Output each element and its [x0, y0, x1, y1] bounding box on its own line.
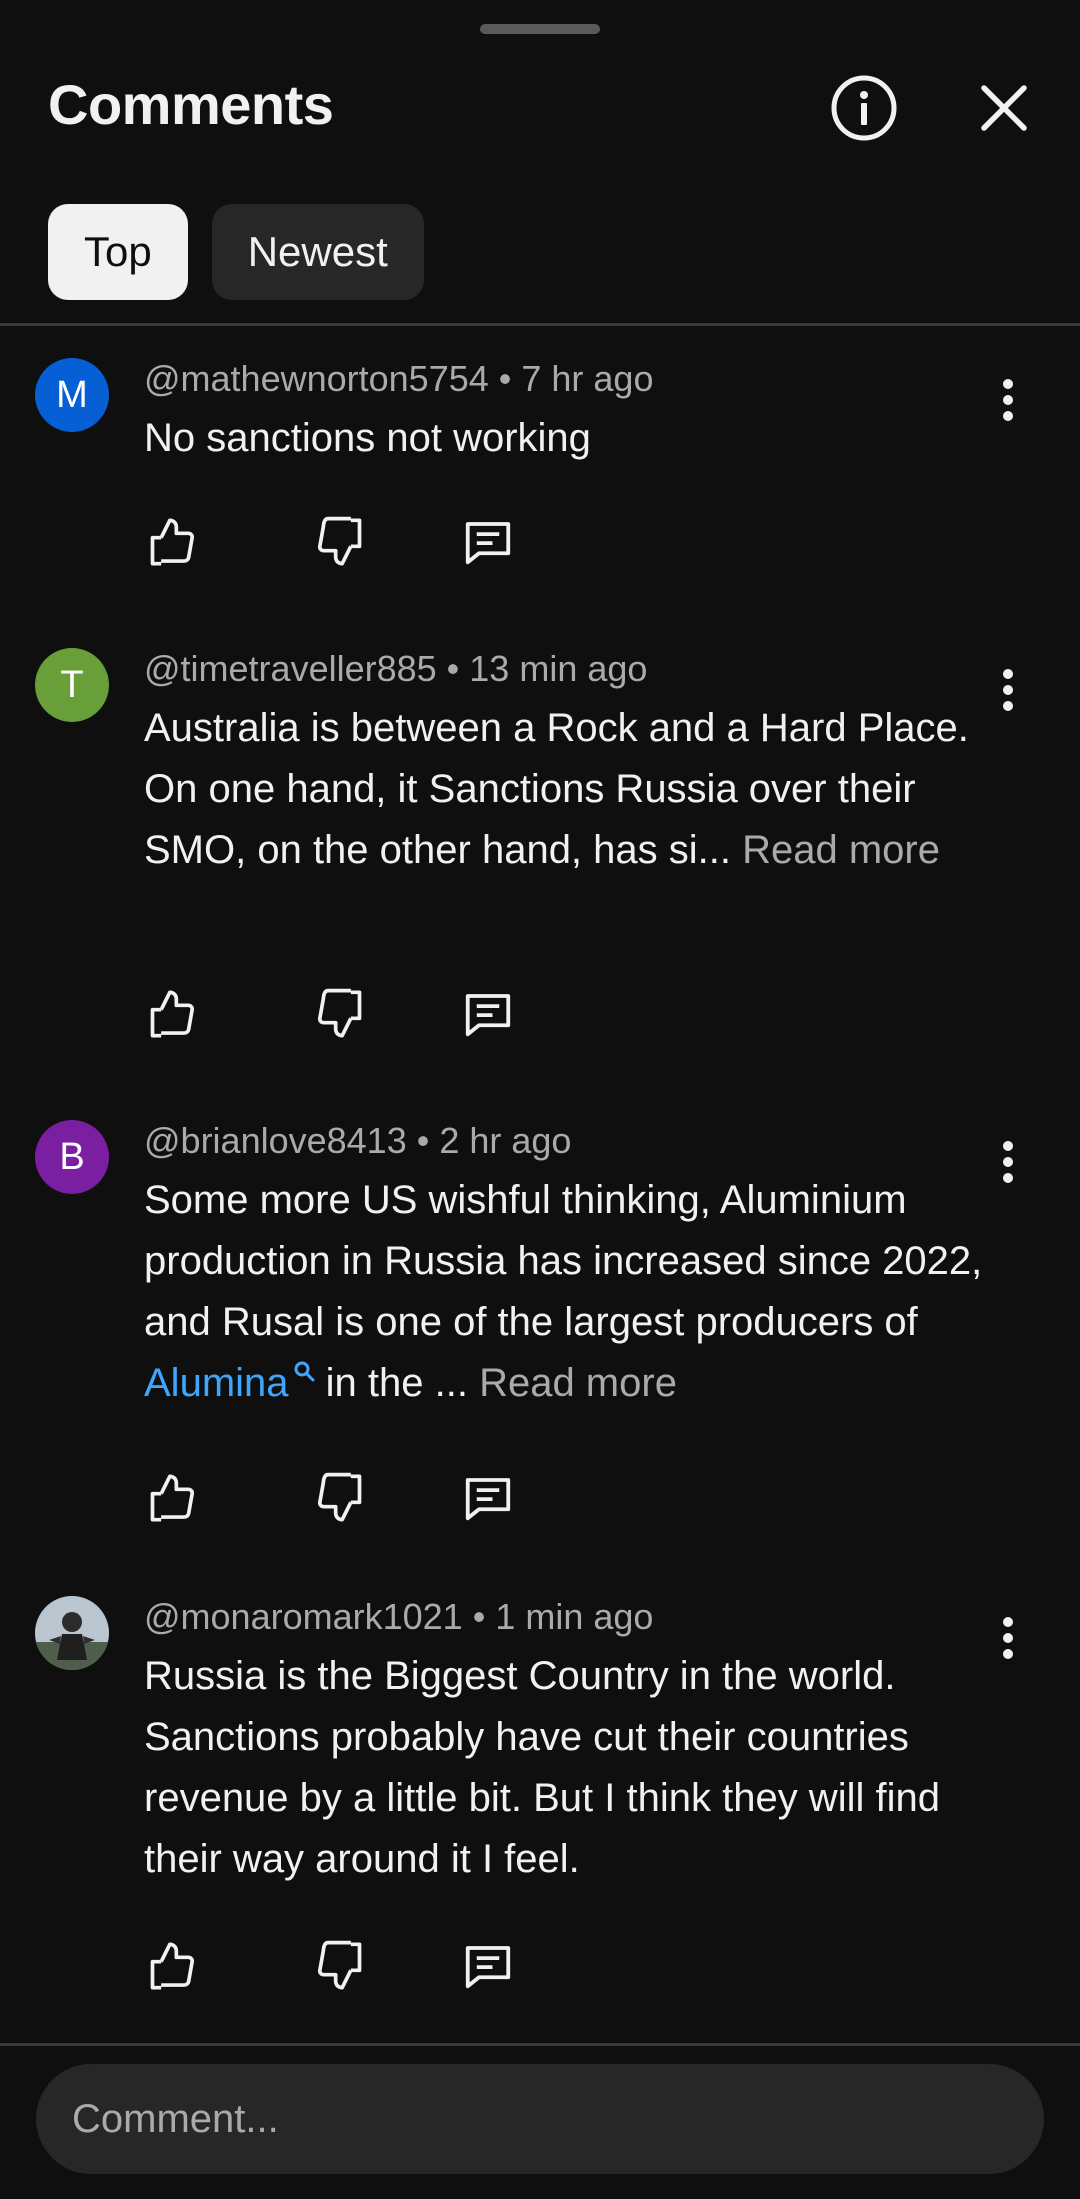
info-button[interactable] — [828, 72, 900, 144]
avatar-letter: M — [56, 373, 88, 416]
header-divider — [0, 323, 1080, 326]
search-link[interactable]: Alumina — [144, 1361, 315, 1405]
reply-comment-icon — [465, 1478, 511, 1521]
comment-text-content: Russia is the Biggest Country in the wor… — [144, 1654, 940, 1881]
input-divider — [0, 2043, 1080, 2046]
like-button[interactable] — [140, 982, 204, 1046]
comment-text: Russia is the Biggest Country in the wor… — [144, 1646, 1014, 1890]
thumb-up-icon — [150, 518, 195, 566]
reply-comment-icon — [465, 522, 511, 565]
avatar-letter: T — [60, 663, 84, 706]
avatar[interactable]: T — [35, 648, 109, 722]
info-icon — [831, 75, 897, 141]
comment-meta: @brianlove8413 • 2 hr ago — [144, 1120, 571, 1162]
reply-comment-icon — [465, 994, 511, 1037]
close-button[interactable] — [972, 76, 1036, 140]
comment-time: 7 hr ago — [521, 358, 654, 399]
thumb-up-icon — [150, 1474, 195, 1522]
comment-text-line: On one hand, it Sanctions Russia over th… — [144, 759, 1014, 881]
comment-time: 1 min ago — [495, 1596, 654, 1637]
comment-author[interactable]: @brianlove8413 — [144, 1120, 407, 1161]
comment-meta: @monaromark1021 • 1 min ago — [144, 1596, 653, 1638]
thumb-down-icon — [317, 516, 362, 566]
comment-meta: @mathewnorton5754 • 7 hr ago — [144, 358, 653, 400]
reply-button[interactable] — [456, 510, 520, 574]
tab-top[interactable]: Top — [48, 204, 188, 300]
reply-button[interactable] — [456, 1934, 520, 1998]
avatar[interactable]: B — [35, 1120, 109, 1194]
reply-button[interactable] — [456, 1466, 520, 1530]
comment-text: Australia is between a Rock and a Hard P… — [144, 698, 1014, 881]
dislike-button[interactable] — [308, 1466, 372, 1530]
profile-photo — [35, 1596, 109, 1670]
meta-separator: • — [462, 1596, 496, 1637]
meta-separator: • — [436, 648, 470, 689]
comment-time: 2 hr ago — [439, 1120, 572, 1161]
avatar-letter: B — [59, 1135, 85, 1178]
comment-text-line: Australia is between a Rock and a Hard P… — [144, 706, 969, 750]
comment-input[interactable] — [36, 2064, 1044, 2174]
thumb-down-icon — [317, 1940, 362, 1990]
meta-separator: • — [488, 358, 522, 399]
comment-text-content: in the ... — [314, 1361, 468, 1405]
comments-header: Comments Top Newest — [0, 0, 1080, 325]
avatar[interactable]: M — [35, 358, 109, 432]
thumb-down-icon — [317, 988, 362, 1038]
search-link-text: Alumina — [144, 1361, 289, 1405]
dislike-button[interactable] — [308, 982, 372, 1046]
comment-actions — [140, 982, 560, 1046]
comment-actions — [140, 1466, 560, 1530]
reply-button[interactable] — [456, 982, 520, 1046]
comment-actions — [140, 1934, 560, 1998]
comment-text-content: No sanctions not working — [144, 416, 591, 460]
comment-text: No sanctions not working — [144, 408, 1014, 469]
sort-tabs: Top Newest — [48, 204, 424, 300]
thumb-down-icon — [317, 1472, 362, 1522]
tab-newest-label: Newest — [247, 228, 388, 275]
dislike-button[interactable] — [308, 510, 372, 574]
thumb-up-icon — [150, 990, 195, 1038]
search-icon — [294, 1361, 315, 1382]
comment-meta: @timetraveller885 • 13 min ago — [144, 648, 647, 690]
avatar[interactable] — [35, 1596, 109, 1670]
comment-author[interactable]: @monaromark1021 — [144, 1596, 463, 1637]
dislike-button[interactable] — [308, 1934, 372, 1998]
thumb-up-icon — [150, 1942, 195, 1990]
read-more-link[interactable]: Read more — [742, 828, 940, 872]
reply-comment-icon — [465, 1946, 511, 1989]
like-button[interactable] — [140, 1466, 204, 1530]
page-title: Comments — [48, 73, 334, 136]
like-button[interactable] — [140, 510, 204, 574]
comment-author[interactable]: @mathewnorton5754 — [144, 358, 489, 399]
comment-text: Some more US wishful thinking, Aluminium… — [144, 1170, 1014, 1414]
like-button[interactable] — [140, 1934, 204, 1998]
comment-time: 13 min ago — [469, 648, 648, 689]
comment-text-content: Some more US wishful thinking, Aluminium… — [144, 1178, 983, 1344]
meta-separator: • — [406, 1120, 440, 1161]
read-more-link[interactable]: Read more — [479, 1361, 677, 1405]
tab-newest[interactable]: Newest — [211, 204, 424, 300]
tab-top-label: Top — [84, 228, 152, 275]
comment-actions — [140, 510, 560, 574]
close-icon — [981, 85, 1027, 131]
comment-author[interactable]: @timetraveller885 — [144, 648, 437, 689]
